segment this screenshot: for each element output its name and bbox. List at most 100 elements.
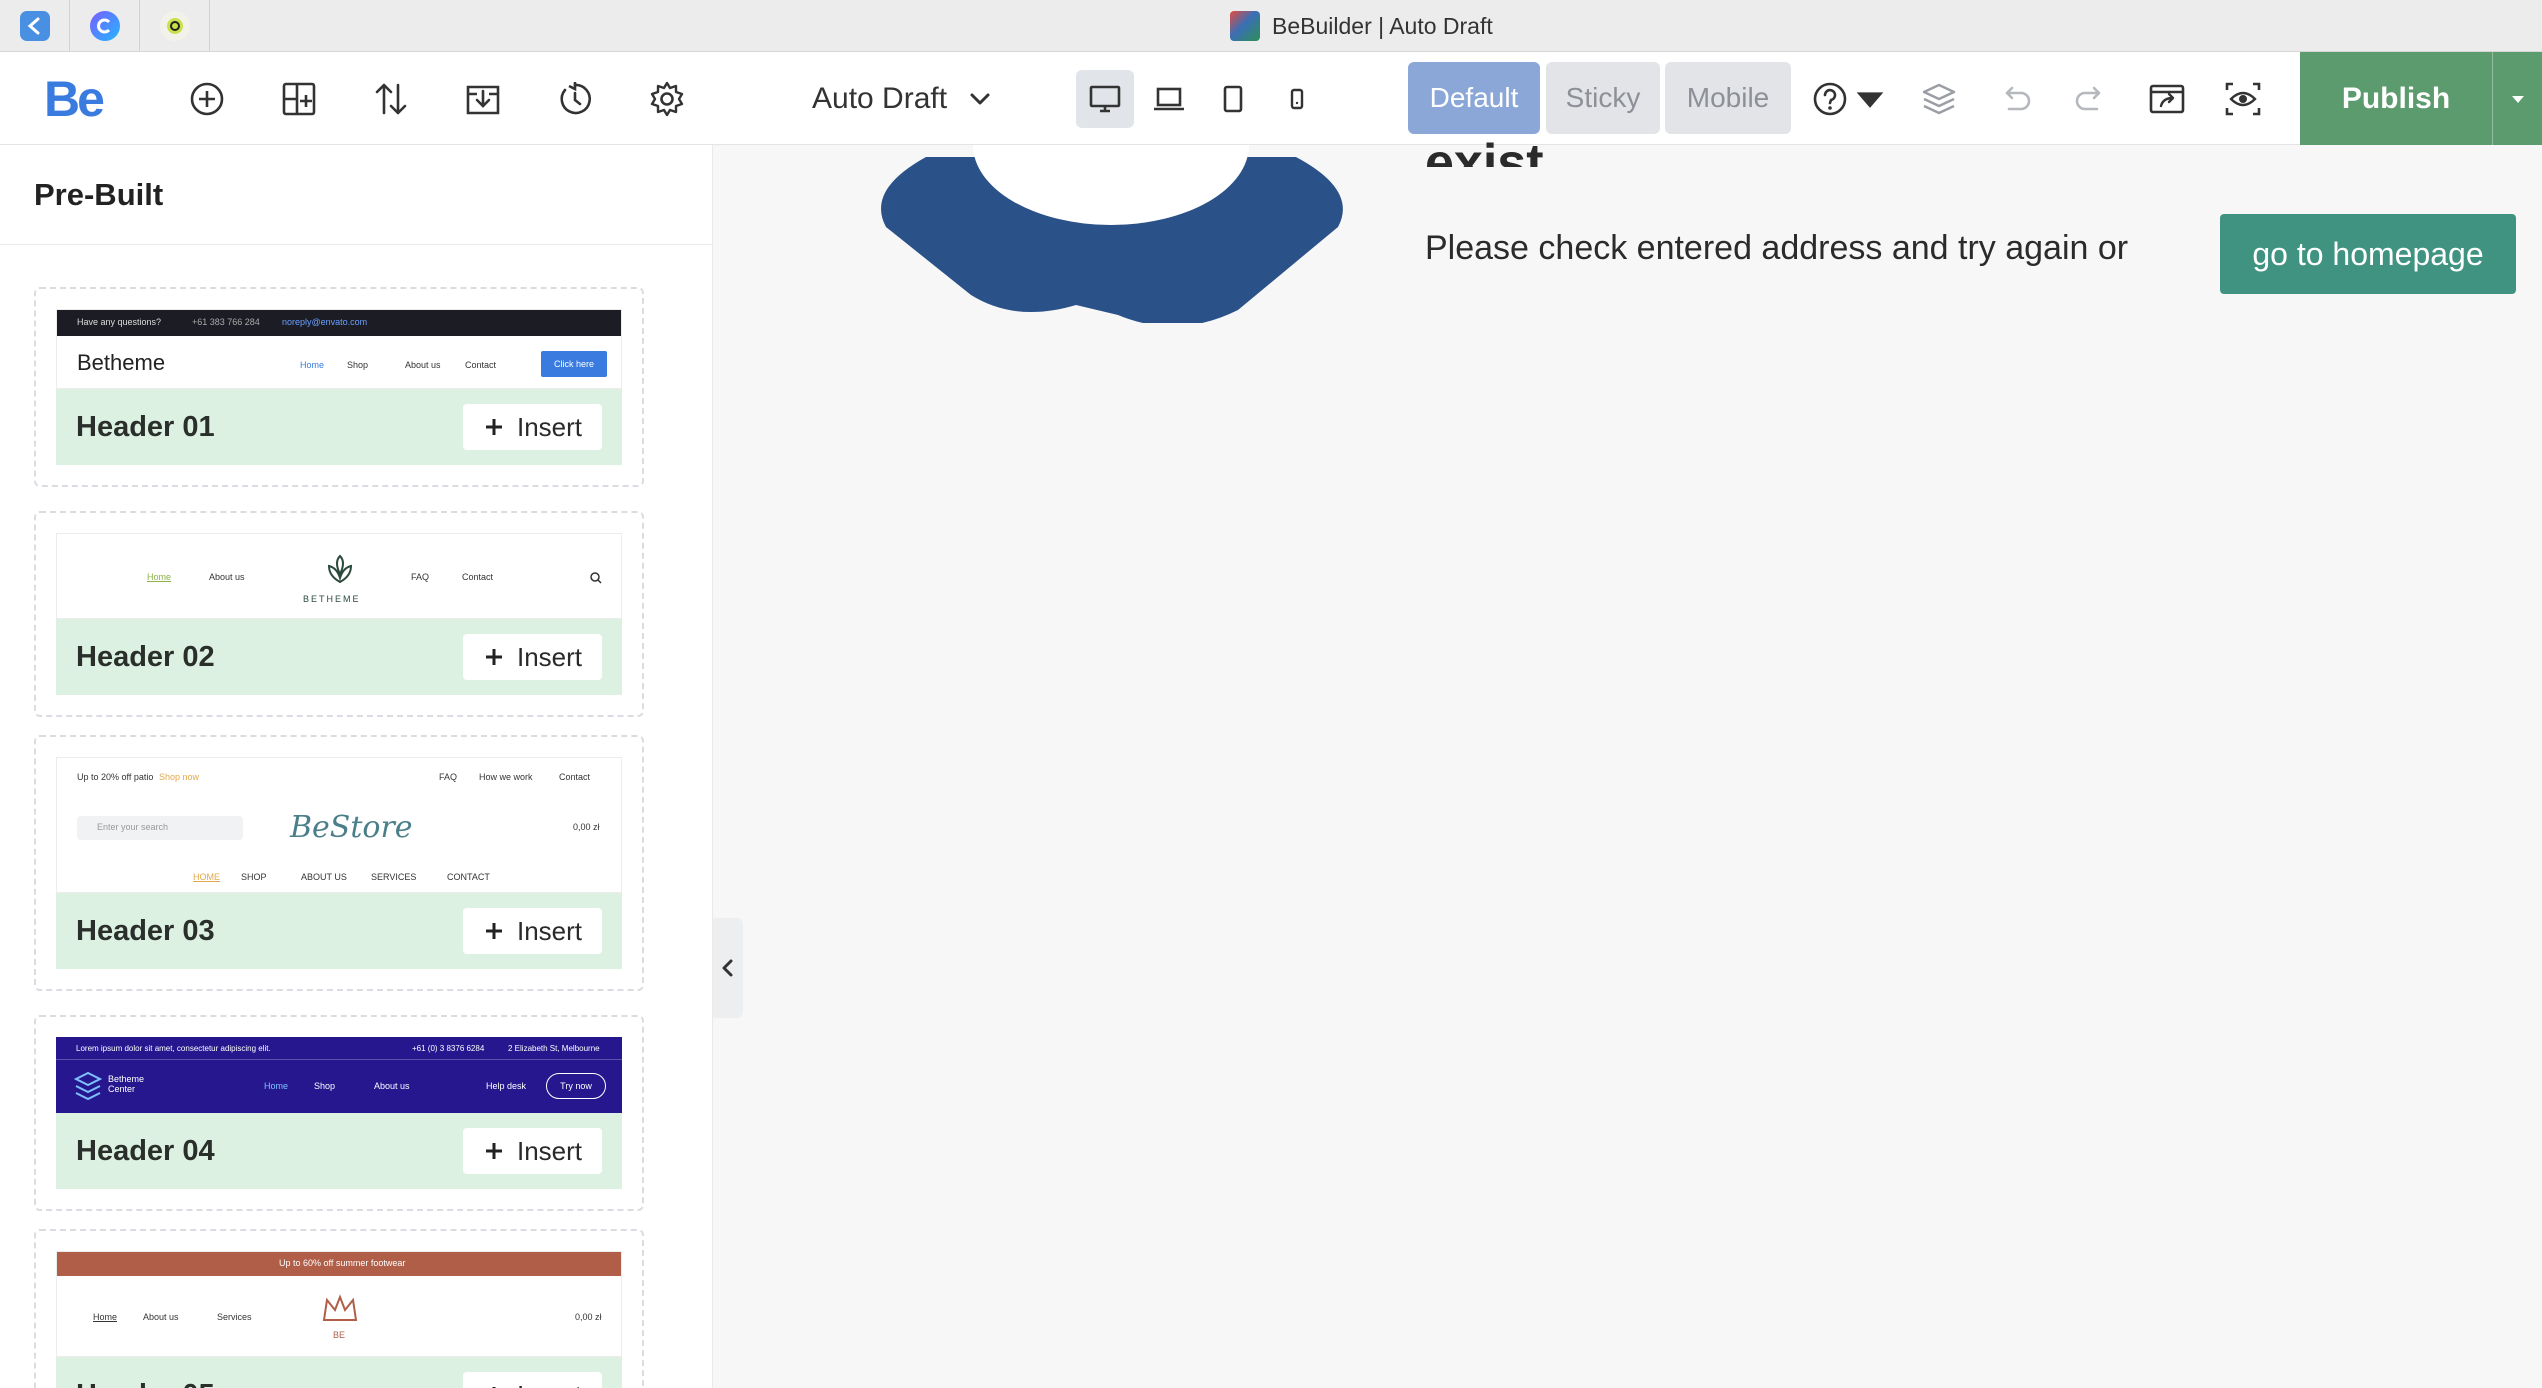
layers-logo-icon <box>74 1071 102 1101</box>
go-to-homepage-button[interactable]: go to homepage <box>2220 214 2516 294</box>
thumb-nav-2: Shop <box>347 360 369 370</box>
thumb-phone: +61 383 766 284 <box>192 317 260 327</box>
settings-icon[interactable] <box>638 70 696 128</box>
history-icon[interactable] <box>546 70 604 128</box>
thumb-link-2: How we work <box>479 772 533 782</box>
thumb-logo: Betheme <box>77 350 166 375</box>
card-title: Header 04 <box>76 1134 215 1167</box>
thumb-divider <box>56 1059 622 1060</box>
redo-icon[interactable] <box>2062 70 2120 128</box>
laptop-view-button[interactable] <box>1140 70 1198 128</box>
publish-options-button[interactable] <box>2492 52 2542 145</box>
plus-icon <box>485 419 502 435</box>
thumb-topbar-text: Lorem ipsum dolor sit amet, consectetur … <box>76 1044 271 1053</box>
builder-toolbar: Be Auto Draft Default Sticky Mobile Publ… <box>0 52 2542 145</box>
thumb-nav-1: Home <box>93 1312 118 1322</box>
header-mode-default-button[interactable]: Default <box>1408 62 1540 134</box>
prebuilt-card-header-03[interactable]: Up to 20% off patio Shop now FAQ How we … <box>34 735 644 991</box>
thumb-button: Try now <box>546 1073 606 1099</box>
sidebar-title: Pre-Built <box>0 145 712 245</box>
card-title: Header 02 <box>76 640 215 673</box>
insert-button[interactable]: Insert <box>462 1128 602 1174</box>
pinned-tab-3[interactable] <box>140 0 210 52</box>
thumb-logo: BE <box>333 1330 346 1340</box>
layers-icon[interactable] <box>1910 70 1968 128</box>
prebuilt-card-header-05[interactable]: Up to 60% off summer footwear Home About… <box>34 1229 644 1388</box>
prebuilt-card-header-04[interactable]: Lorem ipsum dolor sit amet, consectetur … <box>34 1015 644 1211</box>
open-preview-icon[interactable] <box>2138 70 2196 128</box>
draft-title: Auto Draft <box>812 82 948 115</box>
prebuilt-card-header-01[interactable]: Have any questions? +61 383 766 284 nore… <box>34 287 644 487</box>
caret-down-icon <box>1856 92 1884 108</box>
crown-logo-icon <box>322 1294 358 1321</box>
thumb-nav-1: Home <box>300 360 325 370</box>
header-mode-sticky-button[interactable]: Sticky <box>1546 62 1660 134</box>
thumb-nav-2: Shop <box>314 1081 336 1091</box>
publish-button[interactable]: Publish <box>2300 82 2492 116</box>
thumb-nav-3: ABOUT US <box>301 872 347 882</box>
window-title: BeBuilder | Auto Draft <box>1230 0 1493 52</box>
thumb-button: Click here <box>541 351 607 377</box>
card-footer: Header 05 Insert <box>56 1357 622 1388</box>
thumb-promo: Up to 20% off patio <box>77 772 154 782</box>
prebuilt-sidebar: Pre-Built Have any questions? +61 383 76… <box>0 145 713 1388</box>
thumb-logo: Betheme Center <box>108 1074 145 1094</box>
thumb-link-3: Contact <box>559 772 591 782</box>
pinned-tab-1[interactable] <box>0 0 70 52</box>
bebuilder-logo[interactable]: Be <box>44 70 105 128</box>
header-05-thumbnail: Up to 60% off summer footwear Home About… <box>56 1251 622 1357</box>
error-illustration <box>881 145 1343 323</box>
thumb-search-placeholder: Enter your search <box>97 822 169 832</box>
help-menu-button[interactable] <box>1810 70 1890 128</box>
publish-button-group: Publish <box>2300 52 2542 145</box>
device-switcher <box>1070 62 1342 136</box>
preview-eye-icon[interactable] <box>2214 70 2272 128</box>
thumb-link-1: FAQ <box>439 772 458 782</box>
insert-label: Insert <box>517 1380 582 1388</box>
insert-button[interactable]: Insert <box>462 634 602 680</box>
thumb-cart-total: 0,00 zł <box>573 822 600 832</box>
extension-favicon-icon <box>159 11 190 41</box>
thumb-nav-2: About us <box>209 572 245 582</box>
sidebar-collapse-handle[interactable] <box>713 918 743 1018</box>
caret-down-icon <box>2511 95 2524 103</box>
desktop-view-button[interactable] <box>1076 70 1134 128</box>
app-favicon-icon <box>19 11 50 41</box>
thumb-nav-3: FAQ <box>411 572 430 582</box>
undo-icon[interactable] <box>1986 70 2044 128</box>
pinned-tab-2[interactable] <box>70 0 140 52</box>
desktop-icon <box>1089 85 1121 113</box>
thumb-phone: +61 (0) 3 8376 6284 <box>412 1044 485 1053</box>
thumb-nav-3: About us <box>405 360 441 370</box>
draft-selector[interactable]: Auto Draft <box>812 74 993 124</box>
card-title: Header 01 <box>76 410 215 443</box>
header-04-thumbnail: Lorem ipsum dolor sit amet, consectetur … <box>56 1037 622 1113</box>
thumb-nav-4: Contact <box>462 572 494 582</box>
sort-icon[interactable] <box>362 70 420 128</box>
thumb-nav-4: Contact <box>465 360 497 370</box>
add-widget-icon[interactable] <box>270 70 328 128</box>
add-section-icon[interactable] <box>178 70 236 128</box>
browser-tab-bar: BeBuilder | Auto Draft <box>0 0 2542 52</box>
header-03-thumbnail: Up to 20% off patio Shop now FAQ How we … <box>56 757 622 893</box>
mobile-view-button[interactable] <box>1268 70 1326 128</box>
plus-icon <box>485 1143 502 1159</box>
insert-button[interactable]: Insert <box>462 908 602 954</box>
insert-button[interactable]: Insert <box>462 404 602 450</box>
plus-icon <box>492 1387 496 1388</box>
prebuilt-card-header-02[interactable]: Home About us BETHEME FAQ Contact Header… <box>34 511 644 717</box>
canva-favicon-icon <box>89 11 120 41</box>
page-canvas: exist. Please check entered address and … <box>713 137 2542 1388</box>
insert-button[interactable]: Insert <box>462 1372 602 1388</box>
header-01-thumbnail: Have any questions? +61 383 766 284 nore… <box>56 309 622 389</box>
thumb-logo: BETHEME <box>303 594 361 604</box>
laptop-icon <box>1154 87 1184 111</box>
import-icon[interactable] <box>454 70 512 128</box>
thumb-cart-total: 0,00 zł <box>575 1312 602 1322</box>
error-heading: exist. <box>1425 137 1558 167</box>
thumb-nav-2: SHOP <box>241 872 267 882</box>
chevron-left-icon <box>722 959 733 977</box>
tablet-view-button[interactable] <box>1204 70 1262 128</box>
chevron-down-icon <box>970 93 990 105</box>
header-mode-mobile-button[interactable]: Mobile <box>1665 62 1791 134</box>
